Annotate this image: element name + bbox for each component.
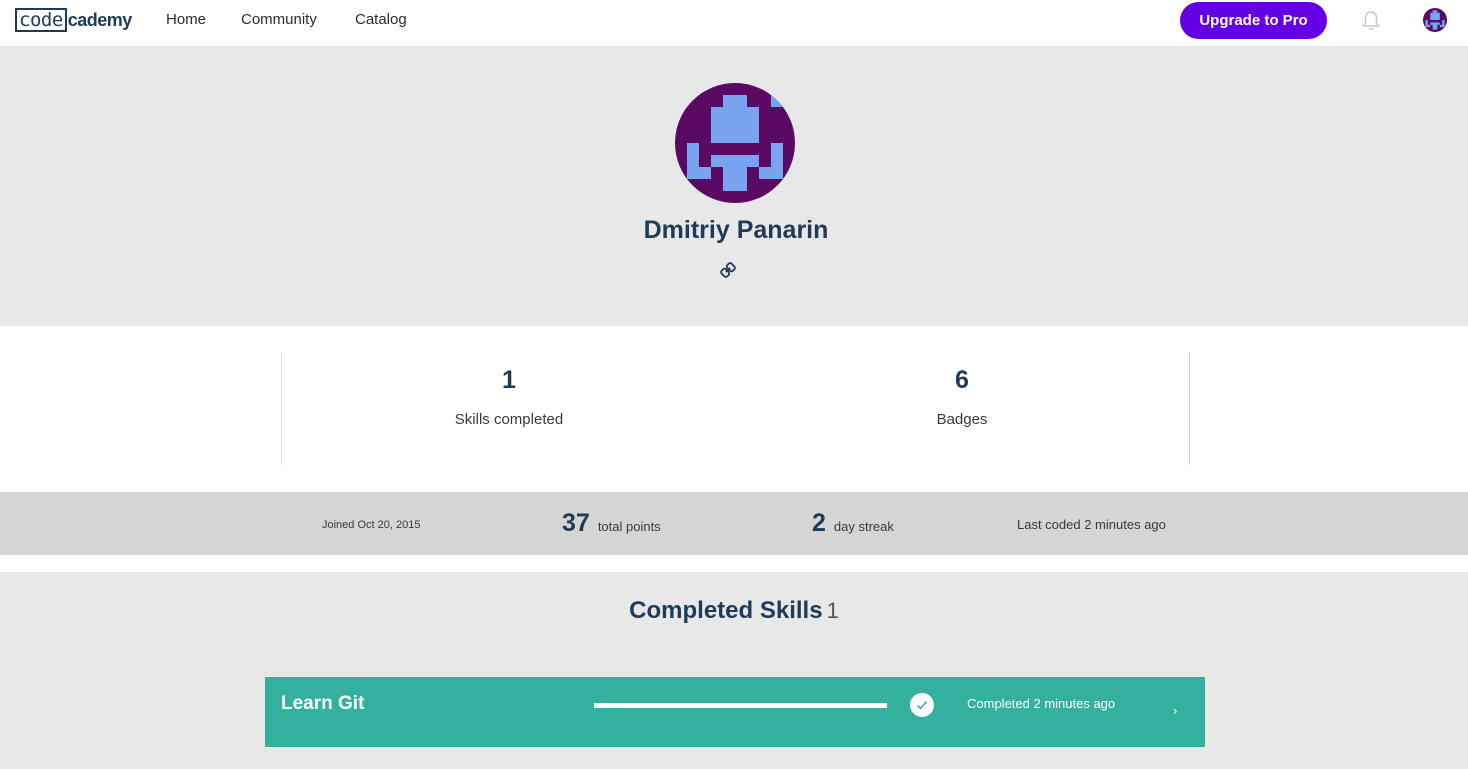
skill-name: Learn Git	[281, 693, 365, 714]
nav-home-link[interactable]: Home	[166, 11, 206, 28]
profile-avatar	[675, 83, 795, 203]
skills-completed-stat: 1 Skills completed	[359, 366, 659, 428]
badges-count: 6	[955, 366, 969, 394]
day-streak-label: day streak	[833, 519, 894, 534]
skill-status: Completed 2 minutes ago	[967, 696, 1116, 711]
skills-completed-label: Skills completed	[454, 411, 564, 428]
day-streak-value: 2	[812, 509, 826, 537]
nav-community-link[interactable]: Community	[241, 11, 317, 28]
profile-meta-bar: Joined Oct 20, 2015 37 total points 2 da…	[0, 492, 1468, 555]
skills-completed-count: 1	[502, 366, 516, 394]
completed-skills-count: 1	[826, 598, 839, 623]
profile-name: Dmitriy Panarin	[643, 216, 829, 244]
day-streak: 2 day streak	[812, 509, 894, 538]
codecademy-logo[interactable]: code cademy	[15, 8, 132, 32]
skill-card-learn-git[interactable]: Learn Git Completed 2 minutes ago ›	[265, 677, 1205, 747]
logo-text: cademy	[67, 9, 133, 30]
joined-date: Joined Oct 20, 2015	[322, 519, 421, 531]
last-coded: Last coded 2 minutes ago	[1017, 517, 1166, 532]
check-icon	[910, 693, 934, 717]
skill-progress-bar	[594, 703, 887, 708]
total-points-value: 37	[562, 509, 590, 537]
total-points-label: total points	[597, 519, 661, 534]
bell-icon[interactable]	[1361, 10, 1381, 32]
completed-skills-section: Completed Skills 1 Learn Git Completed 2 …	[0, 572, 1468, 769]
profile-header: Dmitriy Panarin	[0, 47, 1468, 326]
nav-catalog-link[interactable]: Catalog	[355, 11, 407, 28]
chevron-right-icon: ›	[1173, 703, 1178, 718]
completed-skills-heading: Completed Skills 1	[0, 597, 1468, 625]
top-nav: code cademy Home Community Catalog Upgrad…	[0, 0, 1468, 47]
total-points: 37 total points	[562, 509, 661, 538]
user-avatar[interactable]	[1423, 8, 1447, 32]
logo-code-box: code	[15, 8, 67, 32]
profile-stats: 1 Skills completed 6 Badges	[281, 352, 1190, 465]
completed-skills-title: Completed Skills	[629, 597, 823, 624]
badges-label: Badges	[936, 411, 988, 428]
badges-stat: 6 Badges	[812, 366, 1112, 428]
link-icon[interactable]	[719, 261, 737, 279]
upgrade-to-pro-button[interactable]: Upgrade to Pro	[1180, 2, 1327, 39]
